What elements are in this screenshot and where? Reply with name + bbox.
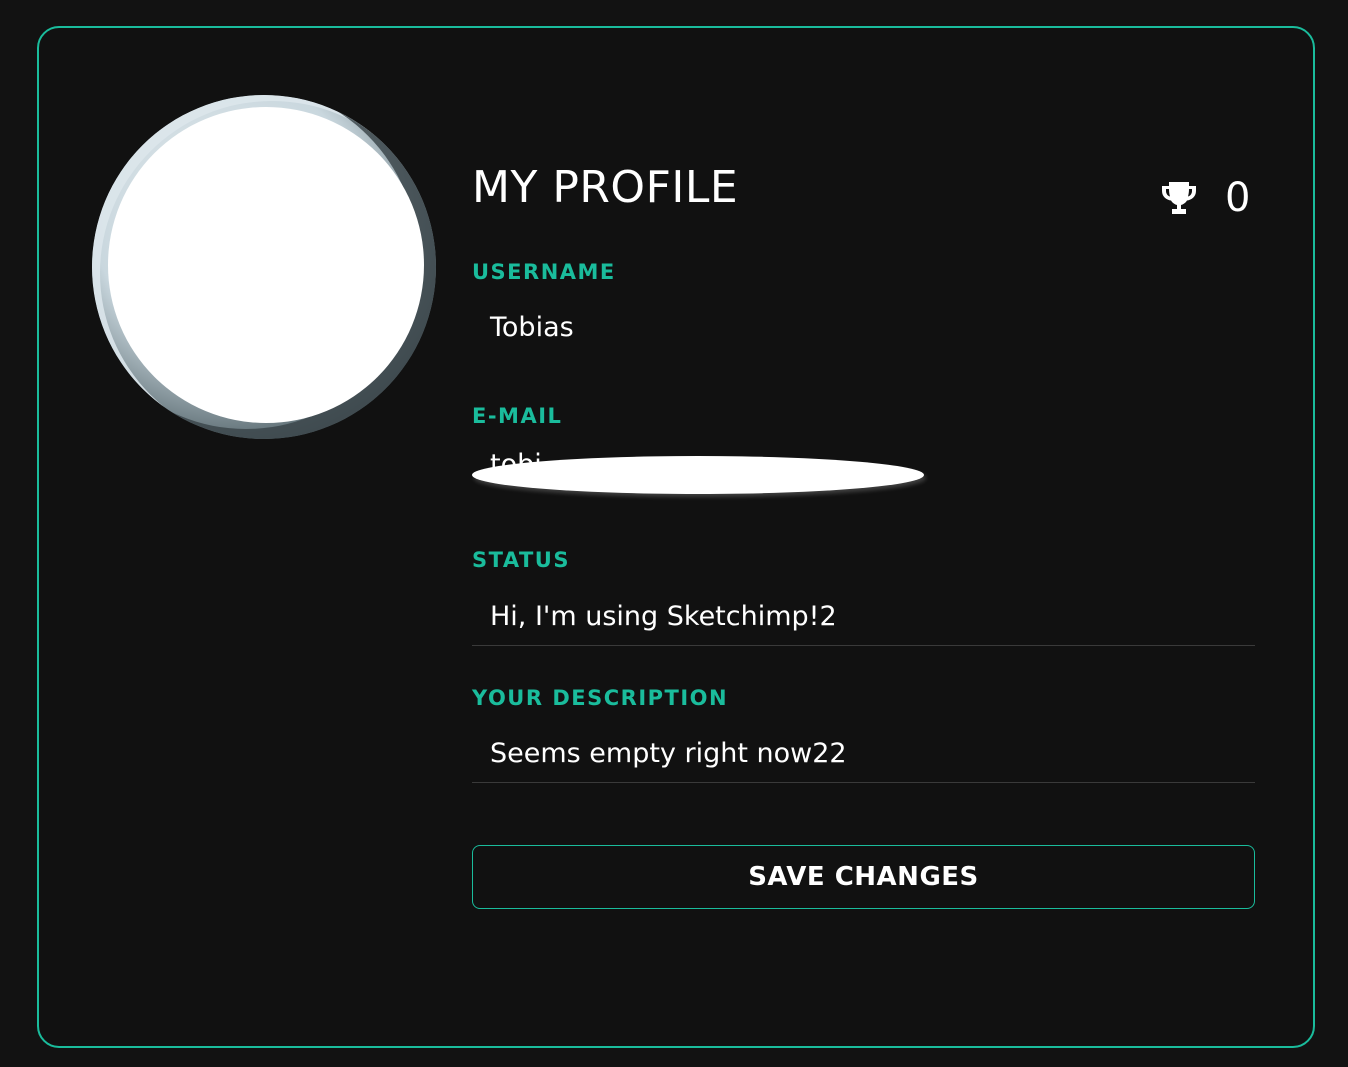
email-redaction — [472, 456, 924, 494]
trophy-count: 0 — [1225, 175, 1251, 221]
page-title: MY PROFILE — [472, 162, 739, 213]
trophy-icon — [1162, 182, 1196, 214]
avatar-redaction — [108, 107, 424, 423]
avatar[interactable] — [92, 95, 436, 439]
email-label: E-MAIL — [472, 404, 563, 428]
username-value: Tobias — [490, 312, 574, 343]
description-label: YOUR DESCRIPTION — [472, 686, 729, 710]
status-input[interactable] — [472, 588, 1255, 646]
save-changes-button[interactable]: SAVE CHANGES — [472, 845, 1255, 909]
status-label: STATUS — [472, 548, 570, 572]
description-input[interactable] — [472, 725, 1255, 783]
username-label: USERNAME — [472, 260, 616, 284]
profile-card: MY PROFILE 0 USERNAME Tobias E-MAIL tobi… — [37, 26, 1315, 1048]
